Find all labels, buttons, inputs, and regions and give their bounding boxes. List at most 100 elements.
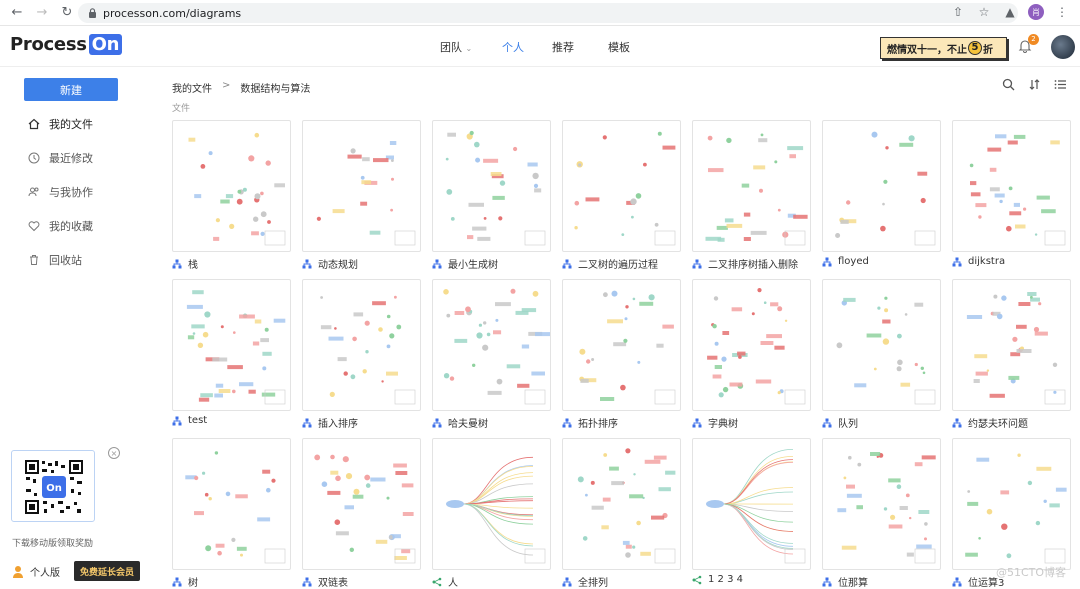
diagram-preview: [320, 295, 416, 405]
diagram-preview: [188, 132, 286, 246]
file-thumbnail[interactable]: [562, 120, 681, 252]
file-thumbnail[interactable]: [172, 279, 291, 411]
file-label[interactable]: 插入排序: [302, 415, 358, 430]
user-avatar[interactable]: [1051, 35, 1075, 59]
file-thumbnail[interactable]: [302, 120, 421, 252]
flowchart-icon: [562, 418, 572, 427]
star-icon[interactable]: ☆: [976, 4, 992, 20]
file-thumbnail[interactable]: [822, 120, 941, 252]
file-thumbnail[interactable]: [692, 279, 811, 411]
top-nav: 团队 ⌄ 个人 推荐 模板: [440, 39, 648, 55]
search-icon[interactable]: [1002, 78, 1015, 91]
file-label[interactable]: 最小生成树: [432, 256, 498, 271]
sort-icon[interactable]: [1028, 78, 1041, 91]
flowchart-icon: [172, 577, 182, 586]
profile-avatar[interactable]: 肖: [1028, 4, 1044, 20]
file-label[interactable]: 1 2 3 4: [692, 574, 743, 585]
address-bar[interactable]: processon.com/diagrams: [78, 3, 1018, 23]
svg-text:On: On: [46, 483, 62, 494]
diagram-preview: [579, 290, 676, 405]
file-thumbnail[interactable]: [302, 279, 421, 411]
breadcrumb-root[interactable]: 我的文件: [172, 80, 212, 95]
file-thumbnail[interactable]: [432, 438, 551, 570]
file-thumbnail[interactable]: [172, 438, 291, 570]
back-icon[interactable]: ←: [9, 5, 25, 21]
flowchart-icon: [432, 418, 442, 427]
nav-templates[interactable]: 模板: [608, 39, 648, 55]
qr-code-image: On: [24, 459, 84, 515]
file-label[interactable]: 约瑟夫环问题: [952, 415, 1028, 430]
sidebar-item-my-files[interactable]: 我的文件: [28, 116, 93, 132]
diagram-preview: [837, 452, 936, 564]
logo[interactable]: Process On: [10, 34, 123, 55]
file-thumbnail[interactable]: [952, 279, 1071, 411]
file-label[interactable]: 二叉排序树插入删除: [692, 256, 798, 271]
file-thumbnail[interactable]: [822, 279, 941, 411]
file-thumbnail[interactable]: [692, 120, 811, 252]
file-thumbnail[interactable]: [562, 438, 681, 570]
reload-icon[interactable]: ↻: [59, 5, 75, 21]
flowchart-icon: [952, 257, 962, 266]
qr-code-card[interactable]: On: [11, 450, 95, 522]
extensions-icon[interactable]: ▲: [1002, 4, 1018, 20]
file-thumbnail[interactable]: [822, 438, 941, 570]
flowchart-icon: [432, 259, 442, 268]
toolbar: [1002, 78, 1067, 91]
file-thumbnail[interactable]: [952, 438, 1071, 570]
sidebar-item-favorites[interactable]: 我的收藏: [28, 218, 93, 234]
mindmap-icon: [432, 577, 442, 586]
sidebar-item-trash[interactable]: 回收站: [28, 252, 82, 268]
new-button[interactable]: 新建: [24, 78, 118, 101]
list-view-icon[interactable]: [1054, 78, 1067, 91]
promo-banner[interactable]: 燃情双十一，不止 5 折: [880, 37, 1007, 59]
flowchart-icon: [302, 418, 312, 427]
file-thumbnail[interactable]: [302, 438, 421, 570]
sidebar-item-shared[interactable]: 与我协作: [28, 184, 93, 200]
menu-icon[interactable]: ⋮: [1054, 4, 1070, 20]
flowchart-icon: [172, 259, 182, 268]
file-label[interactable]: 树: [172, 574, 198, 589]
file-label[interactable]: 动态规划: [302, 256, 358, 271]
nav-team[interactable]: 团队 ⌄: [440, 39, 490, 55]
close-icon[interactable]: ×: [108, 447, 120, 459]
file-label[interactable]: 位那算: [822, 574, 868, 589]
file-label[interactable]: 拓扑排序: [562, 415, 618, 430]
file-thumbnail[interactable]: [432, 279, 551, 411]
file-label[interactable]: 二叉树的遍历过程: [562, 256, 658, 271]
file-label[interactable]: 双链表: [302, 574, 348, 589]
flowchart-icon: [822, 257, 832, 266]
diagram-preview: [577, 448, 676, 564]
file-label[interactable]: 字典树: [692, 415, 738, 430]
file-label[interactable]: dijkstra: [952, 256, 1005, 267]
clock-icon: [28, 152, 40, 164]
users-icon: [28, 187, 39, 197]
flowchart-icon: [822, 577, 832, 586]
section-label: 文件: [172, 104, 191, 114]
watermark: @51CTO博客: [996, 566, 1067, 579]
file-thumbnail[interactable]: [562, 279, 681, 411]
file-label[interactable]: 全排列: [562, 574, 608, 589]
breadcrumb: 我的文件 > 数据结构与算法: [172, 80, 311, 95]
file-label[interactable]: floyed: [822, 256, 869, 267]
file-thumbnail[interactable]: [172, 120, 291, 252]
upgrade-button[interactable]: 免费延长会员: [74, 561, 140, 581]
file-label[interactable]: 哈夫曼树: [432, 415, 488, 430]
file-thumbnail[interactable]: [692, 438, 811, 570]
diagram-preview: [707, 288, 806, 405]
file-label[interactable]: 人: [432, 574, 458, 589]
file-label[interactable]: 栈: [172, 256, 198, 271]
file-label[interactable]: 队列: [822, 415, 858, 430]
nav-recommended[interactable]: 推荐: [552, 39, 608, 55]
chevron-down-icon: ⌄: [465, 44, 473, 53]
nav-personal[interactable]: 个人: [502, 39, 552, 55]
flowchart-icon: [302, 259, 312, 268]
diagram-preview: [316, 141, 416, 246]
share-icon[interactable]: ⇧: [950, 4, 966, 20]
diagram-preview: [836, 296, 936, 405]
file-thumbnail[interactable]: [432, 120, 551, 252]
forward-icon[interactable]: →: [34, 5, 50, 21]
sidebar-item-recent[interactable]: 最近修改: [28, 150, 93, 166]
promo-number: 5: [968, 41, 982, 55]
file-label[interactable]: test: [172, 415, 207, 426]
file-thumbnail[interactable]: [952, 120, 1071, 252]
